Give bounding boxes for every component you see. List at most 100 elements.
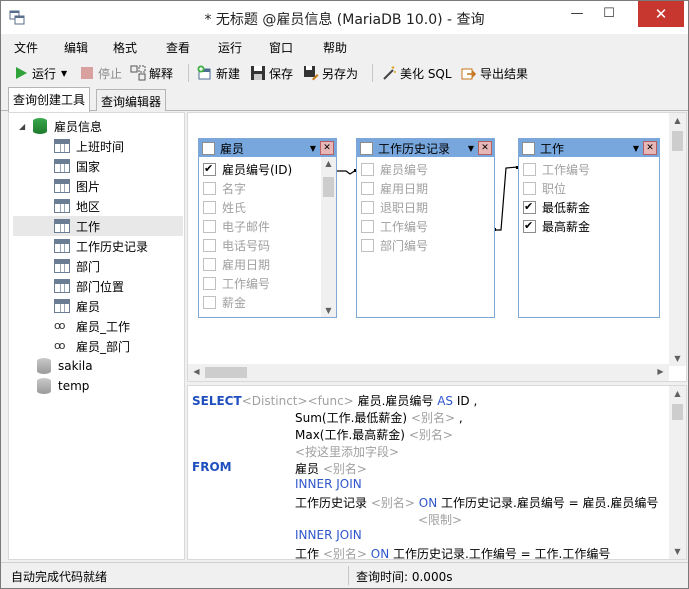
explain-button[interactable]: 解释 (130, 64, 173, 82)
table-box-job[interactable]: 工作 ▼ ✕ 工作编号 职位 最低薪金 最高薪金 (518, 138, 660, 318)
table-box-header[interactable]: 工作历史记录 ▼ ✕ (357, 139, 494, 157)
maximize-button[interactable]: ☐ (594, 1, 624, 27)
tree-item-table[interactable]: 上班时间 (54, 136, 124, 156)
field-checkbox[interactable] (203, 162, 216, 176)
menu-run[interactable]: 运行 (218, 39, 242, 56)
table-box-employee[interactable]: 雇员 ▼ ✕ 雇员编号(ID) 名字 姓氏 电子邮件 电话号码 雇用日期 工作编… (198, 138, 337, 318)
field-checkbox[interactable] (523, 182, 536, 195)
sql-alias[interactable]: ID , (457, 394, 477, 408)
sql-alias-hint[interactable]: <别名> (411, 411, 455, 425)
sql-alias-hint[interactable]: <别名> (323, 547, 367, 559)
sql-join-condition[interactable]: 工作历史记录.工作编号 = 工作.工作编号 (393, 547, 610, 559)
tree-item-table[interactable]: 地区 (54, 196, 100, 216)
menu-window[interactable]: 窗口 (269, 39, 293, 56)
tree-db-employee-info[interactable]: ◢ 雇员信息 (19, 116, 102, 136)
table-box-header[interactable]: 工作 ▼ ✕ (519, 139, 659, 157)
select-all-checkbox[interactable] (202, 141, 215, 155)
field-row[interactable]: 职位 (523, 179, 566, 198)
sql-vertical-scrollbar[interactable]: ▲ ▼ (669, 386, 686, 559)
sql-preview-pane[interactable]: SELECT<Distinct><func> 雇员.雇员编号 AS ID , S… (187, 385, 687, 560)
field-scrollbar[interactable]: ▲ ▼ (321, 157, 336, 317)
sql-limit-hint[interactable]: <限制> (418, 511, 462, 528)
field-checkbox[interactable] (203, 239, 216, 252)
field-checkbox[interactable] (203, 201, 216, 214)
field-checkbox[interactable] (361, 239, 374, 252)
close-icon[interactable]: ✕ (478, 141, 492, 155)
sql-inner-join[interactable]: INNER JOIN (295, 477, 362, 491)
table-box-job-history[interactable]: 工作历史记录 ▼ ✕ 雇员编号 雇用日期 退职日期 工作编号 部门编号 (356, 138, 495, 318)
menu-edit[interactable]: 编辑 (64, 39, 88, 56)
field-row[interactable]: 电话号码 (203, 236, 270, 255)
chevron-down-icon[interactable]: ▼ (464, 144, 478, 153)
scrollbar-thumb[interactable] (205, 367, 247, 378)
collapse-icon[interactable]: ◢ (19, 122, 33, 131)
close-icon[interactable]: ✕ (643, 141, 657, 155)
stop-button[interactable]: 停止 (79, 64, 122, 82)
query-designer-canvas[interactable]: 雇员 ▼ ✕ 雇员编号(ID) 名字 姓氏 电子邮件 电话号码 雇用日期 工作编… (187, 112, 687, 382)
field-checkbox[interactable] (523, 219, 536, 233)
table-box-header[interactable]: 雇员 ▼ ✕ (199, 139, 336, 157)
field-checkbox[interactable] (361, 182, 374, 195)
new-button[interactable]: 新建 (197, 64, 240, 82)
export-results-button[interactable]: 导出结果 (461, 64, 528, 82)
scroll-down-icon[interactable]: ▼ (669, 354, 686, 363)
scrollbar-thumb[interactable] (323, 177, 334, 197)
select-all-checkbox[interactable] (522, 141, 535, 155)
scroll-up-icon[interactable]: ▲ (669, 116, 686, 125)
field-row[interactable]: 雇用日期 (361, 179, 428, 198)
field-row[interactable]: 姓氏 (203, 198, 246, 217)
chevron-down-icon[interactable]: ▼ (629, 144, 643, 153)
scroll-left-icon[interactable]: ◀ (188, 367, 205, 376)
beautify-sql-button[interactable]: 美化 SQL (381, 64, 452, 82)
field-checkbox[interactable] (361, 163, 374, 176)
sql-alias-hint[interactable]: <别名> (323, 462, 367, 476)
field-row[interactable]: 工作编号 (203, 274, 270, 293)
tree-item-table[interactable]: 雇员 (54, 296, 100, 316)
scroll-right-icon[interactable]: ▶ (652, 367, 669, 376)
scroll-down-icon[interactable]: ▼ (669, 547, 686, 556)
field-checkbox[interactable] (203, 277, 216, 290)
sql-inner-join[interactable]: INNER JOIN (295, 528, 362, 542)
run-button[interactable]: 运行 ▼ (13, 64, 67, 82)
designer-horizontal-scrollbar[interactable]: ◀ ▶ (188, 364, 669, 381)
tree-item-table[interactable]: 部门 (54, 256, 100, 276)
sql-table[interactable]: 工作 (295, 547, 319, 559)
sql-column[interactable]: Sum(工作.最低薪金) (295, 411, 407, 425)
tree-item-table-selected[interactable]: 工作 (13, 216, 183, 236)
tab-query-editor[interactable]: 查询编辑器 (96, 89, 167, 111)
field-row[interactable]: 雇用日期 (203, 255, 270, 274)
menu-help[interactable]: 帮助 (323, 39, 347, 56)
field-checkbox[interactable] (203, 296, 216, 309)
sql-func-hint[interactable]: <func> (308, 394, 354, 408)
field-row[interactable]: 工作编号 (523, 160, 590, 179)
minimize-button[interactable]: — (562, 1, 592, 27)
menu-view[interactable]: 查看 (166, 39, 190, 56)
close-icon[interactable]: ✕ (320, 141, 334, 155)
field-checkbox[interactable] (361, 220, 374, 233)
field-row[interactable]: 工作编号 (361, 217, 428, 236)
field-checkbox[interactable] (203, 258, 216, 271)
sql-alias-hint[interactable]: <别名> (371, 496, 415, 510)
menu-file[interactable]: 文件 (14, 39, 38, 56)
tree-item-table[interactable]: 工作历史记录 (54, 236, 148, 256)
tree-item-table[interactable]: 部门位置 (54, 276, 124, 296)
field-checkbox[interactable] (361, 201, 374, 214)
sql-table[interactable]: 工作历史记录 (295, 496, 367, 510)
scroll-up-icon[interactable]: ▲ (669, 389, 686, 398)
field-row[interactable]: 退职日期 (361, 198, 428, 217)
tree-db-temp[interactable]: temp (37, 376, 89, 396)
sql-join-condition[interactable]: 工作历史记录.雇员编号 = 雇员.雇员编号 (441, 496, 658, 510)
sql-distinct-hint[interactable]: <Distinct> (242, 394, 308, 408)
field-checkbox[interactable] (523, 200, 536, 214)
chevron-down-icon[interactable]: ▼ (61, 69, 67, 78)
tree-item-table[interactable]: 图片 (54, 176, 100, 196)
field-row[interactable]: 部门编号 (361, 236, 428, 255)
field-row[interactable]: 电子邮件 (203, 217, 270, 236)
select-all-checkbox[interactable] (360, 141, 373, 155)
close-button[interactable]: ✕ (638, 1, 684, 27)
scrollbar-thumb[interactable] (672, 131, 683, 151)
chevron-down-icon[interactable]: ▼ (306, 144, 320, 153)
sql-alias-hint[interactable]: <别名> (409, 428, 453, 442)
tree-item-view[interactable]: oo 雇员_工作 (54, 316, 130, 336)
scroll-down-icon[interactable]: ▼ (321, 306, 336, 315)
